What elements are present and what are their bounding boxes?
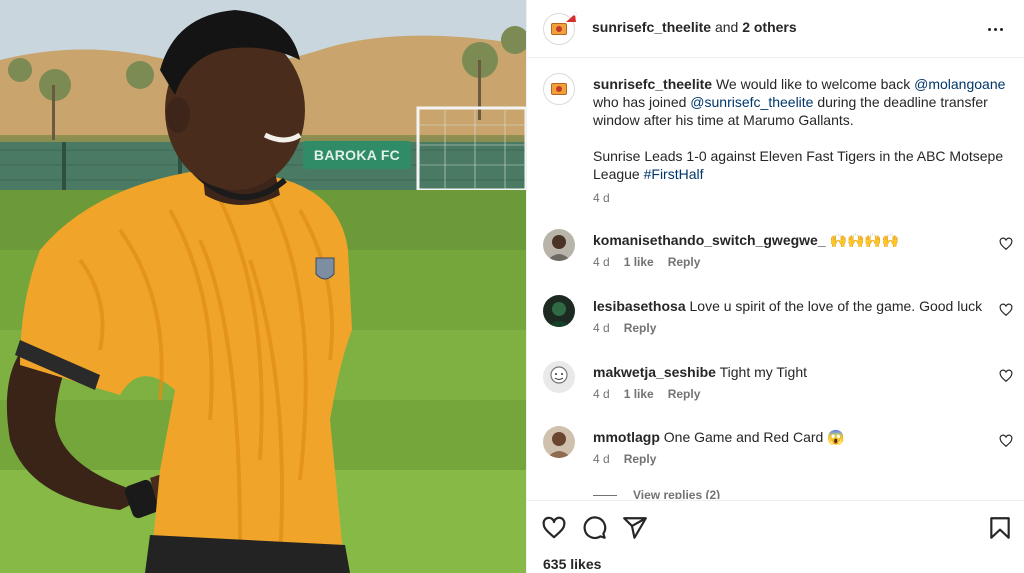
view-replies-label: View replies (2) [633, 488, 721, 499]
caption-avatar[interactable] [543, 73, 575, 105]
club-crest-icon [551, 23, 567, 35]
comment-body: 🙌🙌🙌🙌 [829, 232, 900, 248]
post-photo[interactable]: BAROKA FC [0, 0, 526, 573]
bookmark-icon[interactable] [987, 515, 1013, 541]
comment-text: makwetja_seshibe Tight my Tight [593, 363, 973, 381]
comment-text: lesibasethosa Love u spirit of the love … [593, 297, 982, 315]
comment-item: komanisethando_switch_gwegwe_ 🙌🙌🙌🙌 4 d 1 … [543, 229, 1013, 279]
header-others[interactable]: 2 others [742, 19, 796, 35]
caption-username[interactable]: sunrisefc_theelite [593, 76, 712, 92]
caption-text-2: who has joined [593, 94, 691, 110]
comment-time[interactable]: 4 d [593, 452, 610, 466]
post-actions [527, 500, 1024, 544]
comment-item: lesibasethosa Love u spirit of the love … [543, 295, 1013, 345]
caption-timestamp[interactable]: 4 d [593, 191, 610, 205]
reply-button[interactable]: Reply [624, 321, 657, 335]
commenter-avatar[interactable] [543, 426, 575, 458]
mention-sunrisefc[interactable]: @sunrisefc_theelite [690, 94, 813, 110]
comment-body: Love u spirit of the love of the game. G… [689, 298, 983, 314]
comment-meta: 4 d Reply [593, 452, 670, 466]
caption-text-1: We would like to welcome back [712, 76, 915, 92]
share-icon[interactable] [622, 515, 648, 541]
like-comment-heart-icon[interactable] [999, 303, 1013, 317]
like-comment-heart-icon[interactable] [999, 434, 1013, 448]
comment-likes[interactable]: 1 like [624, 387, 654, 401]
post-panel: sunrisefc_theelite and 2 others sunrisef… [526, 0, 1024, 573]
comment-time[interactable]: 4 d [593, 387, 610, 401]
comments-scroll-area[interactable]: sunrisefc_theelite We would like to welc… [527, 59, 1024, 499]
reply-button[interactable]: Reply [668, 387, 701, 401]
caption-text: sunrisefc_theelite We would like to welc… [593, 75, 1013, 183]
comment-time[interactable]: 4 d [593, 255, 610, 269]
comment-body: One Game and Red Card 😱 [663, 429, 845, 445]
header-connector: and [711, 19, 743, 35]
hashtag-firsthalf[interactable]: #FirstHalf [644, 166, 704, 182]
commenter-avatar[interactable] [543, 229, 575, 261]
photo-scene [0, 0, 526, 573]
comment-username[interactable]: komanisethando_switch_gwegwe_ [593, 232, 826, 248]
comment-meta: 4 d 1 like Reply [593, 255, 714, 269]
comment-item: mmotlagp One Game and Red Card 😱 4 d Repl… [543, 426, 1013, 476]
like-comment-heart-icon[interactable] [999, 237, 1013, 251]
view-replies-button[interactable]: View replies (2) [593, 488, 720, 499]
comment-text: mmotlagp One Game and Red Card 😱 [593, 428, 973, 446]
more-options-icon[interactable] [983, 17, 1007, 41]
comment-text: komanisethando_switch_gwegwe_ 🙌🙌🙌🙌 [593, 231, 973, 249]
header-authors: sunrisefc_theelite and 2 others [592, 19, 797, 35]
mention-molangoane[interactable]: @molangoane [914, 76, 1005, 92]
comment-username[interactable]: makwetja_seshibe [593, 364, 716, 380]
comment-likes[interactable]: 1 like [624, 255, 654, 269]
commenter-avatar[interactable] [543, 361, 575, 393]
reply-button[interactable]: Reply [624, 452, 657, 466]
heart-icon[interactable] [541, 515, 567, 541]
comment-time[interactable]: 4 d [593, 321, 610, 335]
header-username[interactable]: sunrisefc_theelite [592, 19, 711, 35]
santa-hat-icon [566, 12, 577, 22]
likes-count[interactable]: 635 likes [543, 556, 601, 572]
comment-meta: 4 d Reply [593, 321, 670, 335]
like-comment-heart-icon[interactable] [999, 369, 1013, 383]
commenter-avatar[interactable] [543, 295, 575, 327]
comment-username[interactable]: lesibasethosa [593, 298, 686, 314]
comment-item: makwetja_seshibe Tight my Tight 4 d 1 lik… [543, 361, 1013, 411]
comment-body: Tight my Tight [719, 364, 808, 380]
reply-button[interactable]: Reply [668, 255, 701, 269]
club-crest-icon [551, 83, 567, 95]
comment-username[interactable]: mmotlagp [593, 429, 660, 445]
replies-divider [593, 494, 617, 496]
stadium-sign: BAROKA FC [303, 141, 411, 169]
comment-icon[interactable] [581, 515, 607, 541]
comment-meta: 4 d 1 like Reply [593, 387, 714, 401]
post-header: sunrisefc_theelite and 2 others [527, 0, 1024, 58]
